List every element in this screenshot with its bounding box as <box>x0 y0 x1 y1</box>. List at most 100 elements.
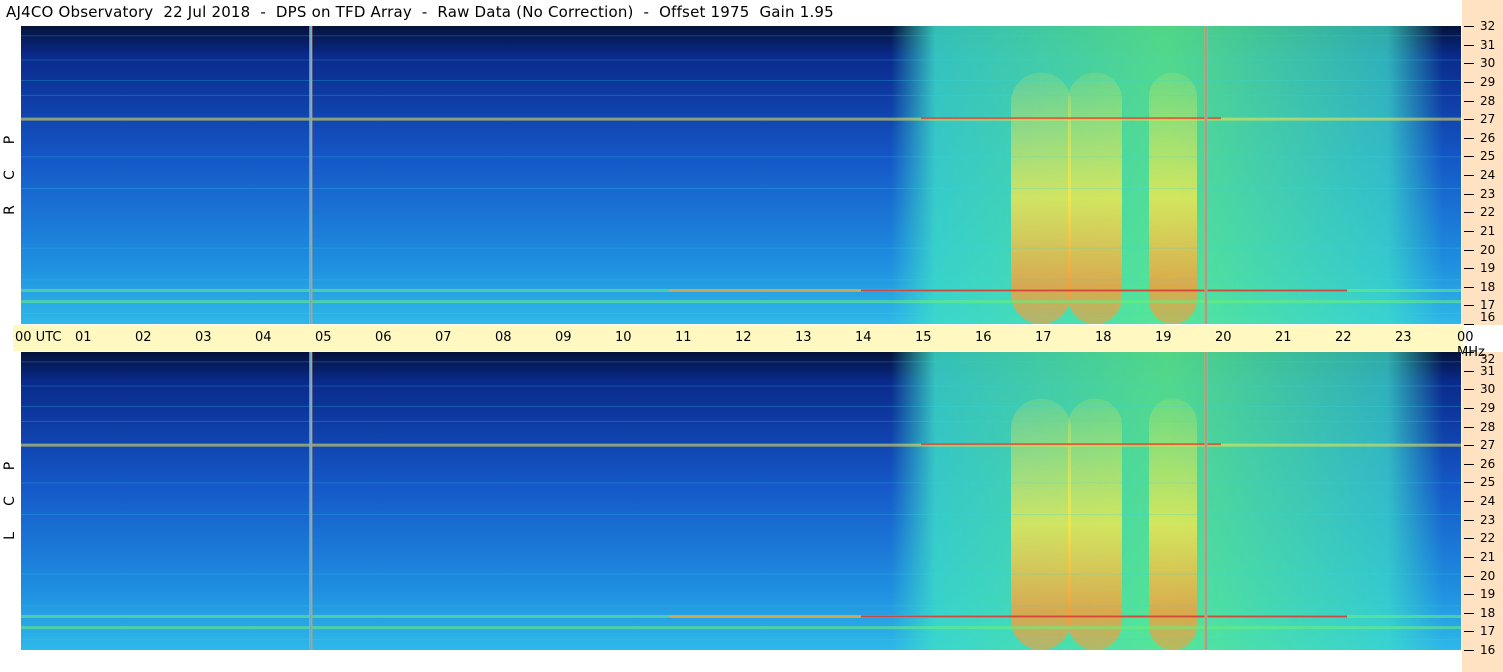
frequency-tick <box>1464 119 1474 121</box>
spectrogram-rcp-plot <box>21 26 1461 324</box>
frequency-tick <box>1464 268 1474 270</box>
time-tick-label: 16 <box>975 330 992 345</box>
frequency-tick-label: 28 <box>1480 93 1496 108</box>
frequency-axis-lcp: 32 31 30 29 28 27 26 25 24 23 22 21 20 19 18 17 16 <box>1462 352 1503 672</box>
frequency-tick-label: 27 <box>1480 112 1496 127</box>
spectrogram-lcp-plot <box>21 352 1461 650</box>
vertical-event-line-core <box>310 26 312 324</box>
frequency-tick-label: 18 <box>1480 605 1496 620</box>
frequency-tick-label: 24 <box>1480 168 1496 182</box>
time-tick-label: 10 <box>615 330 632 345</box>
time-tick-label: 02 <box>135 330 152 345</box>
time-tick-label: 03 <box>195 330 212 345</box>
solar-plume <box>1149 72 1197 324</box>
time-tick-label: 13 <box>795 330 812 345</box>
frequency-tick-label: 22 <box>1480 205 1496 220</box>
solar-plume <box>1011 398 1071 650</box>
frequency-tick <box>1464 230 1474 232</box>
frequency-tick-label: 16 <box>1480 310 1496 324</box>
frequency-tick <box>1464 100 1474 102</box>
frequency-tick-label: 31 <box>1480 363 1496 378</box>
signal-line-dashed <box>669 615 861 618</box>
frequency-axis-rcp: 32 31 30 29 28 27 26 25 24 23 22 21 20 19 18 17 16 <box>1462 0 1503 325</box>
background-streak <box>21 188 1461 190</box>
frequency-tick <box>1464 156 1474 158</box>
background-streak <box>21 573 1461 575</box>
time-tick-label: 11 <box>675 330 692 345</box>
frequency-tick-label: 23 <box>1480 512 1496 527</box>
polarization-letter: L <box>2 532 18 540</box>
frequency-tick-label: 26 <box>1480 456 1496 471</box>
frequency-tick-label: 28 <box>1480 419 1496 434</box>
frequency-tick <box>1464 324 1474 325</box>
frequency-tick <box>1464 426 1474 428</box>
signal-line-dashed <box>669 289 861 292</box>
time-tick-label: 00 UTC <box>15 330 62 345</box>
frequency-tick-label: 27 <box>1480 438 1496 453</box>
title-bar: AJ4CO Observatory 22 Jul 2018 - DPS on T… <box>0 0 1503 26</box>
background-streak <box>21 385 1461 387</box>
frequency-tick <box>1464 44 1474 46</box>
frequency-tick <box>1464 193 1474 195</box>
frequency-tick <box>1464 445 1474 447</box>
polarization-letter: P <box>2 135 18 145</box>
background-streak <box>21 514 1461 516</box>
vertical-event-line-core <box>310 352 312 650</box>
frequency-tick <box>1464 556 1474 558</box>
frequency-tick <box>1464 612 1474 614</box>
frequency-tick <box>1464 370 1474 372</box>
time-tick-label: 18 <box>1095 330 1112 345</box>
time-tick-label: 23 <box>1395 330 1412 345</box>
background-streak <box>21 35 1461 37</box>
solar-plume <box>1068 398 1122 650</box>
frequency-tick <box>1464 482 1474 484</box>
frequency-tick <box>1464 575 1474 577</box>
time-tick-label: 08 <box>495 330 512 345</box>
frequency-tick-label: 26 <box>1480 130 1496 145</box>
time-tick-label: 14 <box>855 330 872 345</box>
time-tick-label: 22 <box>1335 330 1352 345</box>
frequency-tick <box>1464 389 1474 391</box>
frequency-tick <box>1464 501 1474 502</box>
time-tick-label: 09 <box>555 330 572 345</box>
time-tick-label: 17 <box>1035 330 1052 345</box>
frequency-tick-label: 21 <box>1480 549 1496 564</box>
time-tick-label: 21 <box>1275 330 1292 345</box>
background-streak <box>21 312 1461 314</box>
frequency-tick <box>1464 594 1474 596</box>
frequency-tick-label: 17 <box>1480 624 1496 639</box>
time-tick-label: 00 MHz <box>1457 330 1485 360</box>
frequency-tick-label: 16 <box>1480 643 1496 657</box>
band-27-line <box>921 117 1221 120</box>
frequency-tick-label: 22 <box>1480 531 1496 546</box>
polarization-letter: P <box>2 461 18 471</box>
frequency-tick-label: 25 <box>1480 475 1496 490</box>
interference-band <box>21 443 1461 447</box>
background-streak <box>21 156 1461 158</box>
background-streak <box>21 361 1461 363</box>
frequency-tick-label: 32 <box>1480 19 1496 33</box>
time-tick-label: 15 <box>915 330 932 345</box>
frequency-tick-label: 19 <box>1480 587 1496 602</box>
time-tick-label: 07 <box>435 330 452 345</box>
frequency-tick <box>1464 26 1474 27</box>
polarization-letter: R <box>2 205 18 215</box>
vertical-event-line-core <box>1205 352 1207 650</box>
interference-band <box>21 626 1461 630</box>
frequency-tick-label: 24 <box>1480 494 1496 508</box>
frequency-tick <box>1464 81 1474 83</box>
spectrogram-lcp <box>21 352 1461 650</box>
frequency-tick-label: 29 <box>1480 74 1496 89</box>
frequency-tick-label: 30 <box>1480 382 1496 397</box>
strong-signal-line <box>861 289 1347 292</box>
strong-signal-line <box>861 615 1347 618</box>
frequency-tick <box>1464 538 1474 540</box>
frequency-tick-label: 19 <box>1480 261 1496 276</box>
spectrogram-rcp <box>21 26 1461 324</box>
frequency-tick <box>1464 175 1474 176</box>
frequency-tick-label: 21 <box>1480 223 1496 238</box>
time-tick-label: 20 <box>1215 330 1232 345</box>
solar-plume <box>1068 72 1122 324</box>
time-tick-label: 06 <box>375 330 392 345</box>
frequency-tick <box>1464 519 1474 521</box>
